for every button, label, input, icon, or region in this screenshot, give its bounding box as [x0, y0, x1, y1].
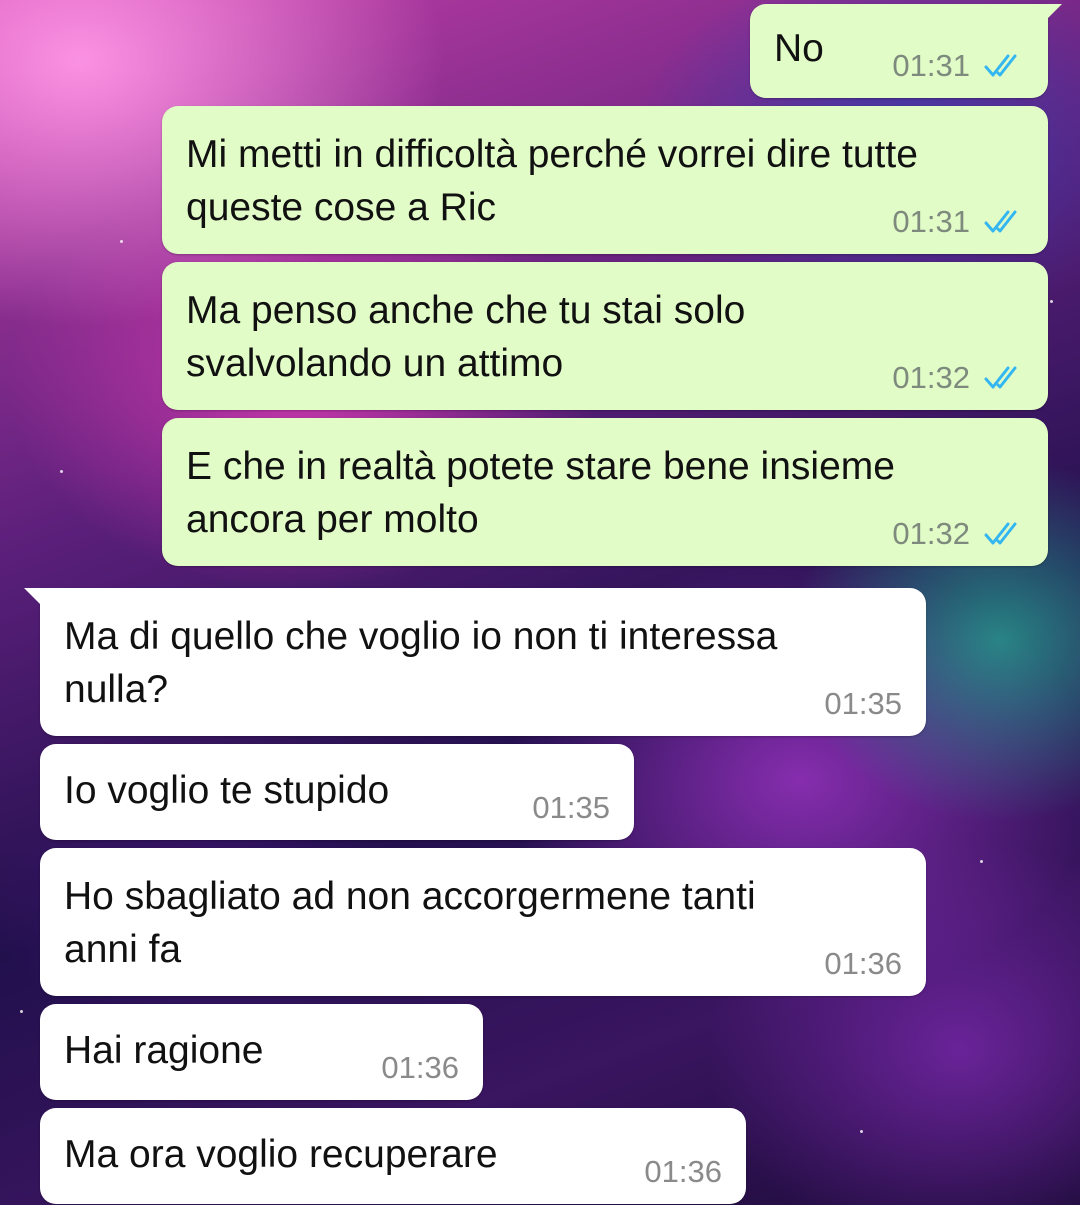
read-double-check-icon [984, 210, 1017, 233]
message-time: 01:32 [892, 516, 970, 551]
read-double-check-icon [984, 522, 1017, 545]
read-double-check-icon [984, 366, 1017, 389]
message-line: anni fa [64, 928, 182, 971]
message-meta: 01:36 [381, 1050, 459, 1086]
message-text: Ma ora voglio recuperare [64, 1128, 498, 1181]
bubble-tail [24, 588, 48, 612]
message-bubble-outgoing[interactable]: No 01:31 [750, 4, 1062, 98]
message-line: ancora per molto [186, 498, 479, 541]
message-line: Mi metti in difficoltà perché vorrei dir… [186, 133, 918, 176]
wallpaper-star [980, 860, 983, 863]
message-time: 01:36 [644, 1154, 722, 1189]
message-bubble-incoming[interactable]: Ma di quello che voglio io non ti intere… [24, 588, 926, 736]
message-meta: 01:35 [532, 790, 610, 826]
message-text: No [774, 22, 824, 75]
message-meta: 01:36 [644, 1154, 722, 1190]
message-meta: 01:35 [824, 686, 902, 722]
wallpaper-star [60, 470, 63, 473]
message-line: Ma di quello che voglio io non ti intere… [64, 615, 778, 658]
message-bubble-incoming[interactable]: Ma ora voglio recuperare 01:36 [40, 1108, 746, 1204]
message-bubble-incoming[interactable]: Ho sbagliato ad non accorgermene tanti a… [40, 848, 926, 996]
message-line: Io voglio te stupido [64, 769, 390, 812]
message-line: Ma penso anche che tu stai solo [186, 289, 746, 332]
wallpaper-star [20, 1010, 23, 1013]
message-time: 01:32 [892, 360, 970, 395]
message-text: Mi metti in difficoltà perché vorrei dir… [186, 128, 918, 234]
message-time: 01:36 [381, 1050, 459, 1085]
message-line: No [774, 27, 824, 70]
message-line: nulla? [64, 668, 169, 711]
message-time: 01:36 [824, 946, 902, 981]
message-bubble-outgoing[interactable]: Ma penso anche che tu stai solo svalvola… [162, 262, 1048, 410]
message-line: Ho sbagliato ad non accorgermene tanti [64, 875, 756, 918]
message-meta: 01:31 [892, 204, 1024, 240]
message-line: E che in realtà potete stare bene insiem… [186, 445, 895, 488]
message-bubble-outgoing[interactable]: E che in realtà potete stare bene insiem… [162, 418, 1048, 566]
message-text: Ma penso anche che tu stai solo svalvola… [186, 284, 745, 390]
message-bubble-incoming[interactable]: Io voglio te stupido 01:35 [40, 744, 634, 840]
message-line: svalvolando un attimo [186, 342, 564, 385]
message-time: 01:35 [824, 686, 902, 721]
message-meta: 01:32 [892, 360, 1024, 396]
message-text: E che in realtà potete stare bene insiem… [186, 440, 895, 546]
message-bubble-incoming[interactable]: Hai ragione 01:36 [40, 1004, 483, 1100]
message-time: 01:35 [532, 790, 610, 825]
message-bubble-outgoing[interactable]: Mi metti in difficoltà perché vorrei dir… [162, 106, 1048, 254]
wallpaper-star [120, 240, 123, 243]
message-text: Io voglio te stupido [64, 764, 389, 817]
wallpaper-star [860, 1130, 863, 1133]
message-time: 01:31 [892, 48, 970, 83]
bubble-tail [1040, 4, 1062, 26]
message-line: Hai ragione [64, 1029, 264, 1072]
message-time: 01:31 [892, 204, 970, 239]
message-text: Ma di quello che voglio io non ti intere… [64, 610, 777, 716]
message-meta: 01:36 [824, 946, 902, 982]
message-line: queste cose a Ric [186, 186, 497, 229]
read-double-check-icon [984, 54, 1017, 77]
message-text: Ho sbagliato ad non accorgermene tanti a… [64, 870, 756, 976]
message-meta: 01:31 [892, 48, 1024, 84]
message-line: Ma ora voglio recuperare [64, 1133, 498, 1176]
wallpaper-star [1050, 300, 1053, 303]
message-text: Hai ragione [64, 1024, 263, 1077]
message-meta: 01:32 [892, 516, 1024, 552]
